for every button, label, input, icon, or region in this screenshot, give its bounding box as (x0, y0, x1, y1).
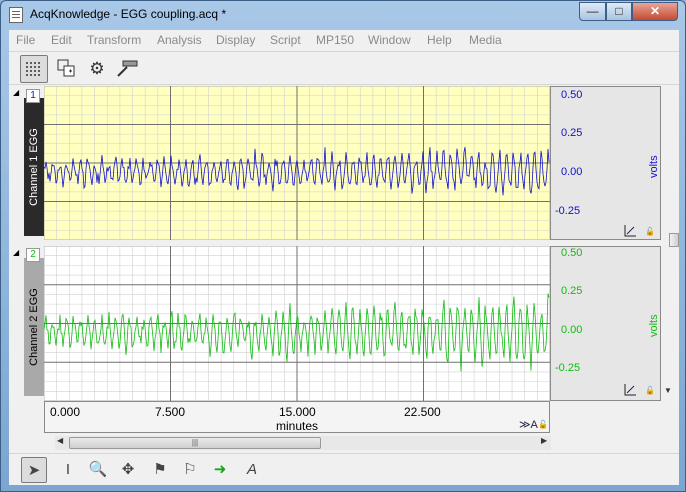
multi-flag-icon[interactable]: ⚐ (177, 457, 203, 483)
menu-media[interactable]: Media (469, 33, 502, 47)
ch2-tick-3: -0.25 (555, 362, 581, 374)
channel-2-number[interactable]: 2 (26, 248, 40, 262)
channel-2-label[interactable]: Channel 2 EGG (24, 258, 44, 396)
menu-help[interactable]: Help (427, 33, 452, 47)
maximize-button[interactable]: □ (606, 2, 632, 21)
scroll-down-arrow[interactable]: ▼ (664, 386, 672, 395)
app-window: AcqKnowledge - EGG coupling.acq * — □ ✕ … (0, 0, 686, 492)
channel-2-plot[interactable] (44, 246, 550, 401)
tools-toolbar: ➤ I 🔍 ✥ ⚑ ⚐ ➜ A (9, 453, 679, 485)
menu-bar: File Edit Transform Analysis Display Scr… (9, 30, 679, 50)
lock-icon[interactable]: 🔓 (645, 227, 655, 236)
go-arrow-icon[interactable]: ➜ (207, 457, 233, 483)
ch1-tick-3: -0.25 (555, 205, 581, 217)
zoom-icon[interactable]: 🔍 (85, 457, 111, 483)
axis-scale-icon[interactable] (623, 383, 637, 397)
ch1-tick-1: 0.25 (561, 127, 583, 139)
lock-icon[interactable]: 🔓 (645, 386, 655, 395)
main-toolbar: ⚙ (9, 51, 679, 85)
settings-gear-icon[interactable]: ⚙ (83, 55, 111, 83)
scroll-move-icon[interactable]: ✥ (115, 457, 141, 483)
channel-1-plot[interactable] (44, 86, 550, 240)
menu-script[interactable]: Script (270, 33, 301, 47)
grid-mode-icon[interactable] (20, 55, 48, 83)
channel-1-number[interactable]: 1 (26, 89, 40, 103)
channel-1-label[interactable]: Channel 1 EGG (24, 98, 44, 236)
menu-display[interactable]: Display (216, 33, 255, 47)
title-bar[interactable]: AcqKnowledge - EGG coupling.acq * — □ ✕ (1, 1, 685, 29)
horizontal-scrollbar-thumb[interactable]: ||| (69, 437, 321, 449)
client-area: File Edit Transform Analysis Display Scr… (9, 30, 679, 485)
ch1-tick-0: 0.50 (561, 89, 583, 101)
channel-1-scale: 0.50 0.25 0.00 -0.25 volts 🔓 (550, 86, 661, 240)
axis-scale-icon[interactable] (623, 224, 637, 238)
menu-mp150[interactable]: MP150 (316, 33, 354, 47)
close-button[interactable]: ✕ (632, 2, 678, 21)
scroll-right-arrow[interactable]: ▶ (541, 436, 547, 445)
minimize-button[interactable]: — (579, 2, 606, 21)
channel-2-scale: 0.50 0.25 0.00 -0.25 volts 🔓 (550, 246, 661, 401)
x-tick-1: 7.500 (155, 405, 186, 419)
arrow-pointer-icon[interactable]: ➤ (21, 457, 47, 483)
scroll-left-arrow[interactable]: ◀ (57, 436, 63, 445)
flag-icon[interactable]: ⚑ (147, 457, 173, 483)
menu-analysis[interactable]: Analysis (157, 33, 202, 47)
graph-window: Channel 1 EGG 1 ◢ 0.50 0.25 0.00 -0.25 v… (9, 86, 679, 450)
window-title: AcqKnowledge - EGG coupling.acq * (30, 7, 227, 21)
ch2-tick-1: 0.25 (561, 285, 583, 297)
channel-layout-icon[interactable] (53, 55, 81, 83)
menu-file[interactable]: File (16, 33, 35, 47)
collapse-icon[interactable]: ◢ (13, 88, 19, 97)
autoscale-icon[interactable]: ≫A (519, 418, 538, 431)
x-tick-2: 15.000 (279, 405, 316, 419)
app-icon[interactable] (9, 7, 23, 23)
menu-window[interactable]: Window (368, 33, 411, 47)
vertical-scrollbar-thumb[interactable] (669, 233, 679, 247)
text-annotation-icon[interactable]: A (239, 457, 265, 483)
scale-tool-icon[interactable] (113, 55, 141, 83)
menu-transform[interactable]: Transform (87, 33, 141, 47)
lock-icon[interactable]: 🔓 (538, 420, 548, 429)
ch2-tick-2: 0.00 (561, 324, 583, 336)
collapse-icon[interactable]: ◢ (13, 248, 19, 257)
ch1-unit: volts (648, 155, 660, 178)
ch1-tick-2: 0.00 (561, 166, 583, 178)
time-axis: 0.000 7.500 15.000 22.500 minutes ≫A 🔓 (44, 401, 550, 433)
menu-edit[interactable]: Edit (51, 33, 72, 47)
ch2-tick-0: 0.50 (561, 247, 583, 259)
x-tick-0: 0.000 (50, 405, 81, 419)
ch2-unit: volts (648, 314, 660, 337)
x-tick-3: 22.500 (404, 405, 441, 419)
horizontal-scrollbar[interactable]: ◀ ||| ▶ (55, 436, 551, 450)
i-beam-icon[interactable]: I (55, 457, 81, 483)
x-axis-label: minutes (275, 419, 319, 433)
